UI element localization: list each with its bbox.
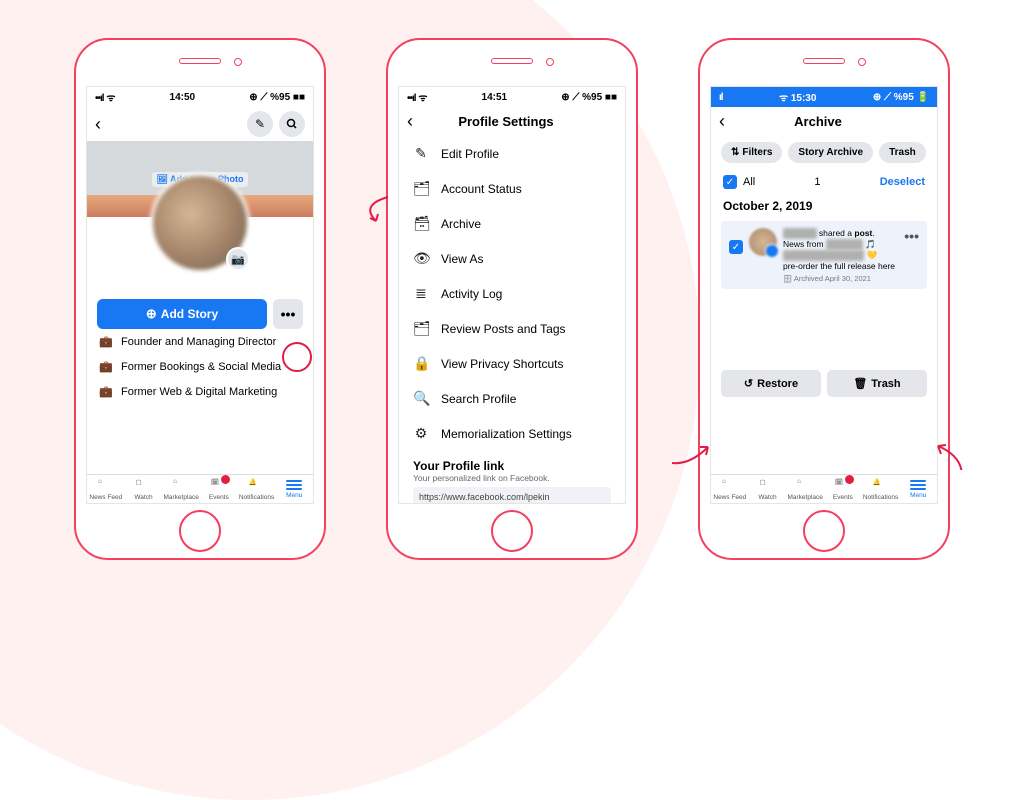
settings-item-search[interactable]: 🔍Search Profile	[399, 381, 625, 416]
eye-icon: 👁	[413, 250, 429, 267]
annotation-arrow-trash-icon	[932, 440, 976, 470]
tab-marketplace[interactable]: ⌂Marketplace	[162, 475, 200, 503]
status-right: ⊕ ⟋ %95 ■■	[249, 92, 305, 103]
deselect-button[interactable]: Deselect	[880, 176, 925, 188]
tab-marketplace[interactable]: ⌂Marketplace	[786, 475, 824, 503]
profile-link-sub: Your personalized link on Facebook.	[413, 473, 611, 483]
status-time: 14:50	[170, 92, 196, 103]
profile-link-title: Your Profile link	[413, 459, 611, 473]
filter-pills: ⇅ Filters Story Archive Trash	[711, 136, 937, 169]
tab-notifications[interactable]: 🔔Notifications	[862, 475, 900, 503]
tab-newsfeed[interactable]: ⌂News Feed	[87, 475, 125, 503]
edit-icon[interactable]: ✎	[247, 111, 273, 137]
review-icon: 🗂	[413, 320, 429, 337]
bio-row: 💼Former Web & Digital Marketing	[87, 379, 313, 404]
tab-bar: ⌂News Feed ▢Watch ⌂Marketplace 🗓Events 🔔…	[711, 474, 937, 503]
page-title: Archive	[731, 114, 905, 129]
phone-profile: ••ıl ᯤ 14:50 ⊕ ⟋ %95 ■■ ‹ ✎ Add Cover Ph…	[74, 38, 326, 560]
home-button[interactable]	[179, 510, 221, 552]
briefcase-icon: 💼	[99, 335, 113, 348]
add-story-button[interactable]: Add Story	[97, 299, 267, 329]
status-right: ⊕ ⟋ %95 ■■	[561, 92, 617, 103]
status-time: 14:51	[482, 92, 508, 103]
search-icon[interactable]	[279, 111, 305, 137]
post-more-icon[interactable]: •••	[904, 228, 919, 244]
profile-link-url[interactable]: https://www.facebook.com/lpekin	[413, 487, 611, 504]
lock-icon: 🔒	[413, 355, 429, 372]
back-button[interactable]: ‹	[95, 114, 101, 135]
tab-watch[interactable]: ▢Watch	[125, 475, 163, 503]
camera-icon[interactable]: 📷	[226, 247, 250, 271]
all-label: All	[743, 176, 755, 188]
back-button[interactable]: ‹	[719, 111, 725, 132]
checkbox-all[interactable]: ✓	[723, 175, 737, 189]
pill-filters[interactable]: ⇅ Filters	[721, 142, 782, 163]
pill-story-archive[interactable]: Story Archive	[788, 142, 873, 163]
briefcase-icon: 🗂	[413, 180, 429, 197]
archived-date: Archived April 30, 2021	[783, 274, 898, 284]
post-body: Lorem Ip shared a post. News from Ipsum …	[783, 228, 898, 284]
tab-newsfeed[interactable]: ⌂News Feed	[711, 475, 749, 503]
settings-item-activity-log[interactable]: ≣Activity Log	[399, 276, 625, 311]
post-avatar	[749, 228, 777, 256]
list-icon: ≣	[413, 285, 429, 302]
restore-button[interactable]: ↺ Restore	[721, 370, 821, 397]
tab-events[interactable]: 🗓Events	[824, 475, 862, 503]
gear-icon: ⚙	[413, 425, 429, 442]
status-bar: ••ıl ᯤ 14:50 ⊕ ⟋ %95 ■■	[87, 87, 313, 107]
settings-item-archive[interactable]: 🗃Archive	[399, 206, 625, 241]
archive-icon: 🗃	[413, 215, 429, 232]
home-button[interactable]	[803, 510, 845, 552]
pencil-icon: ✎	[413, 145, 429, 162]
date-header: October 2, 2019	[711, 195, 937, 217]
status-right: ⊕ ⟋ %95 🔋	[873, 92, 929, 103]
phone-archive: ıl ᯤ 15:30 ⊕ ⟋ %95 🔋 ‹ Archive ⇅ Filters…	[698, 38, 950, 560]
search-icon: 🔍	[413, 390, 429, 407]
home-button[interactable]	[491, 510, 533, 552]
tab-watch[interactable]: ▢Watch	[749, 475, 787, 503]
bio-row: 💼Former Bookings & Social Media	[87, 354, 313, 379]
settings-item-memorialization[interactable]: ⚙Memorialization Settings	[399, 416, 625, 451]
status-bar: ••ıl ᯤ 14:51 ⊕ ⟋ %95 ■■	[399, 87, 625, 107]
tab-bar: ⌂News Feed ▢Watch ⌂Marketplace 🗓Events 🔔…	[87, 474, 313, 503]
settings-item-review-posts[interactable]: 🗂Review Posts and Tags	[399, 311, 625, 346]
status-time: ᯤ 15:30	[779, 90, 817, 104]
briefcase-icon: 💼	[99, 385, 113, 398]
page-title: Profile Settings	[419, 114, 593, 129]
checkbox-post[interactable]: ✓	[729, 240, 743, 254]
tab-menu[interactable]: Menu	[275, 475, 313, 503]
briefcase-icon: 💼	[99, 360, 113, 373]
tab-notifications[interactable]: 🔔Notifications	[238, 475, 276, 503]
settings-item-privacy[interactable]: 🔒View Privacy Shortcuts	[399, 346, 625, 381]
more-button[interactable]: •••	[273, 299, 303, 329]
settings-item-view-as[interactable]: 👁View As	[399, 241, 625, 276]
phone-settings: ••ıl ᯤ 14:51 ⊕ ⟋ %95 ■■ ‹ Profile Settin…	[386, 38, 638, 560]
settings-item-account-status[interactable]: 🗂Account Status	[399, 171, 625, 206]
bio-row: 💼Founder and Managing Director	[87, 329, 313, 354]
count: 1	[814, 176, 820, 188]
pill-trash[interactable]: Trash	[879, 142, 926, 163]
trash-button[interactable]: 🗑 Trash	[827, 370, 927, 397]
settings-item-edit-profile[interactable]: ✎Edit Profile	[399, 136, 625, 171]
archived-post[interactable]: ✓ Lorem Ip shared a post. News from Ipsu…	[721, 221, 927, 289]
annotation-arrow-icon	[358, 195, 398, 225]
tab-menu[interactable]: Menu	[899, 475, 937, 503]
back-button[interactable]: ‹	[407, 111, 413, 132]
annotation-arrow-restore-icon	[672, 437, 716, 467]
tab-events[interactable]: 🗓Events	[200, 475, 238, 503]
status-bar: ıl ᯤ 15:30 ⊕ ⟋ %95 🔋	[711, 87, 937, 107]
